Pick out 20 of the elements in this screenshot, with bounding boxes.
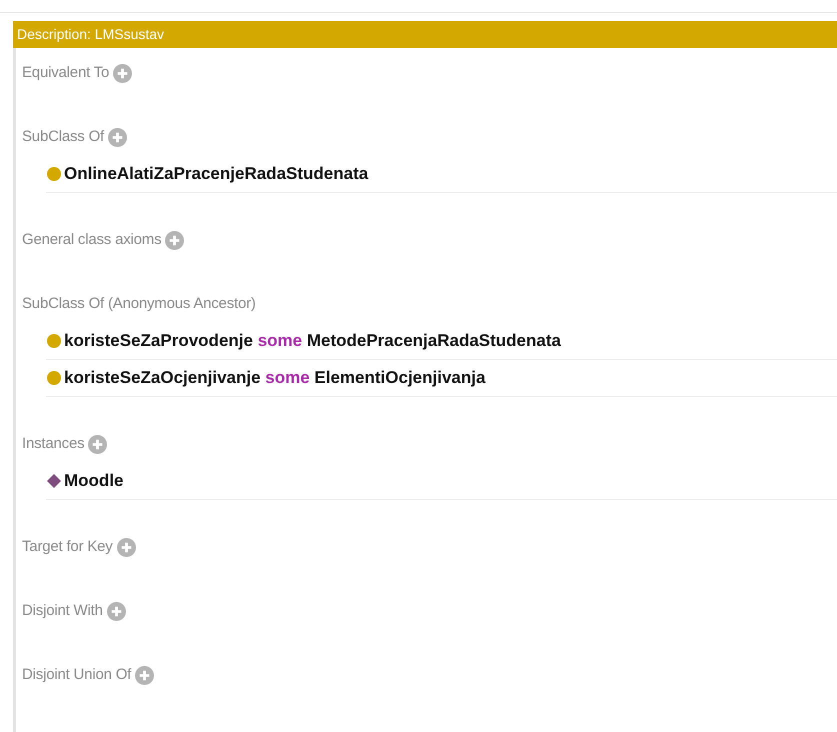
axiom-expression[interactable]: Moodle xyxy=(64,468,124,494)
section-label: SubClass Of (Anonymous Ancestor) xyxy=(22,294,256,314)
axiom-expression[interactable]: OnlineAlatiZaPracenjeRadaStudenata xyxy=(64,161,368,187)
section-label: Disjoint With xyxy=(22,600,103,621)
section-label: Disjoint Union Of xyxy=(22,664,132,685)
section-label: Instances xyxy=(22,434,84,454)
section-label: SubClass Of xyxy=(22,126,104,147)
section-label: Equivalent To xyxy=(22,62,110,83)
axiom-expression[interactable]: koristeSeZaProvodenje some MetodePracenjaRadaStudenata xyxy=(64,328,561,354)
add-button[interactable] xyxy=(108,128,127,146)
add-button[interactable] xyxy=(135,666,154,684)
section-label: General class axioms xyxy=(22,230,162,250)
add-button[interactable] xyxy=(88,434,108,454)
add-button[interactable] xyxy=(165,230,184,250)
add-button[interactable] xyxy=(113,64,132,82)
axiom-expression[interactable]: koristeSeZaOcjenjivanje some ElementiOcjenjivanja xyxy=(64,365,486,391)
add-button[interactable] xyxy=(106,602,126,620)
add-button[interactable] xyxy=(116,538,136,556)
section-label: Target for Key xyxy=(22,536,113,557)
header-bar: Description: LMSsustav xyxy=(13,21,837,48)
